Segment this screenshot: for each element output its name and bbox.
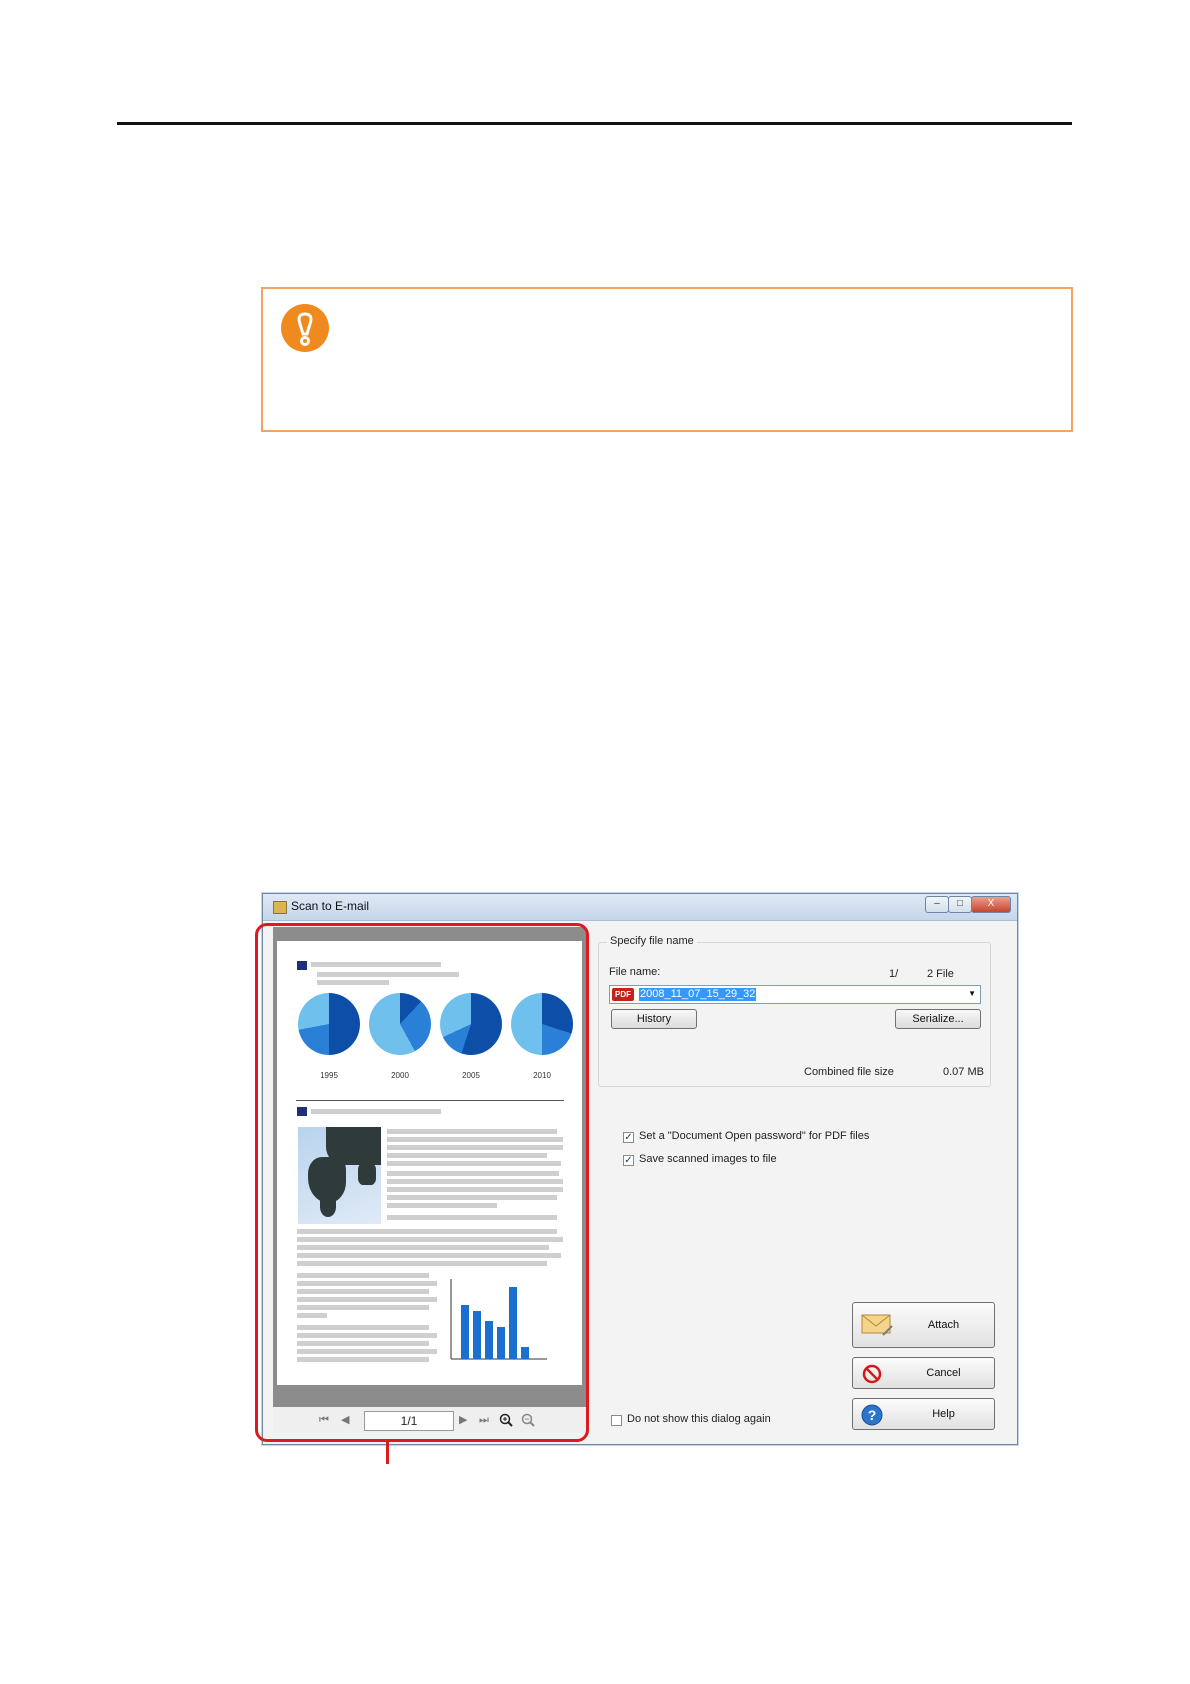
close-button[interactable]: X	[971, 896, 1011, 913]
do-not-show-checkbox[interactable]	[611, 1415, 622, 1426]
document-password-label[interactable]: Set a "Document Open password" for PDF f…	[639, 1130, 869, 1142]
document-password-checkbox[interactable]: ✓	[623, 1132, 634, 1143]
maximize-button[interactable]: □	[948, 896, 972, 913]
pdf-icon: PDF	[612, 988, 634, 1001]
file-name-value[interactable]: 2008_11_07_15_29_32	[639, 988, 757, 1001]
file-name-label: File name:	[609, 966, 661, 978]
file-counter: 1/	[889, 968, 899, 980]
serialize-button[interactable]: Serialize...	[895, 1009, 981, 1029]
attach-label: Attach	[927, 1319, 960, 1331]
attach-button[interactable]: Attach	[852, 1302, 995, 1348]
envelope-icon	[861, 1314, 893, 1336]
cancel-icon	[862, 1364, 882, 1384]
help-icon: ?	[861, 1404, 883, 1426]
file-name-group: Specify file name File name: 1/ 2 File P…	[598, 935, 991, 1087]
minimize-button[interactable]: –	[925, 896, 949, 913]
combined-size-value: 0.07 MB	[943, 1066, 984, 1078]
svg-text:?: ?	[868, 1407, 877, 1423]
page-top-rule	[117, 122, 1072, 125]
caution-icon	[281, 304, 329, 352]
file-name-combobox[interactable]: PDF 2008_11_07_15_29_32 ▼	[609, 985, 981, 1004]
history-button[interactable]: History	[611, 1009, 697, 1029]
save-images-label[interactable]: Save scanned images to file	[639, 1153, 777, 1165]
preview-callout-outline	[255, 923, 589, 1442]
dropdown-arrow-icon[interactable]: ▼	[968, 989, 976, 998]
group-label: Specify file name	[607, 935, 697, 947]
help-button[interactable]: ? Help	[852, 1398, 995, 1430]
help-label: Help	[932, 1408, 955, 1420]
title-bar[interactable]: Scan to E-mail – □ X	[263, 894, 1017, 921]
cancel-label: Cancel	[926, 1367, 961, 1379]
app-icon	[273, 901, 287, 914]
cancel-button[interactable]: Cancel	[852, 1357, 995, 1389]
do-not-show-label[interactable]: Do not show this dialog again	[627, 1413, 771, 1425]
callout-leader-line	[386, 1442, 389, 1464]
dialog-title: Scan to E-mail	[291, 899, 370, 913]
caution-box	[261, 287, 1073, 432]
combined-size-label: Combined file size	[804, 1066, 894, 1078]
file-counter-total: 2 File	[927, 968, 954, 980]
save-images-checkbox[interactable]: ✓	[623, 1155, 634, 1166]
